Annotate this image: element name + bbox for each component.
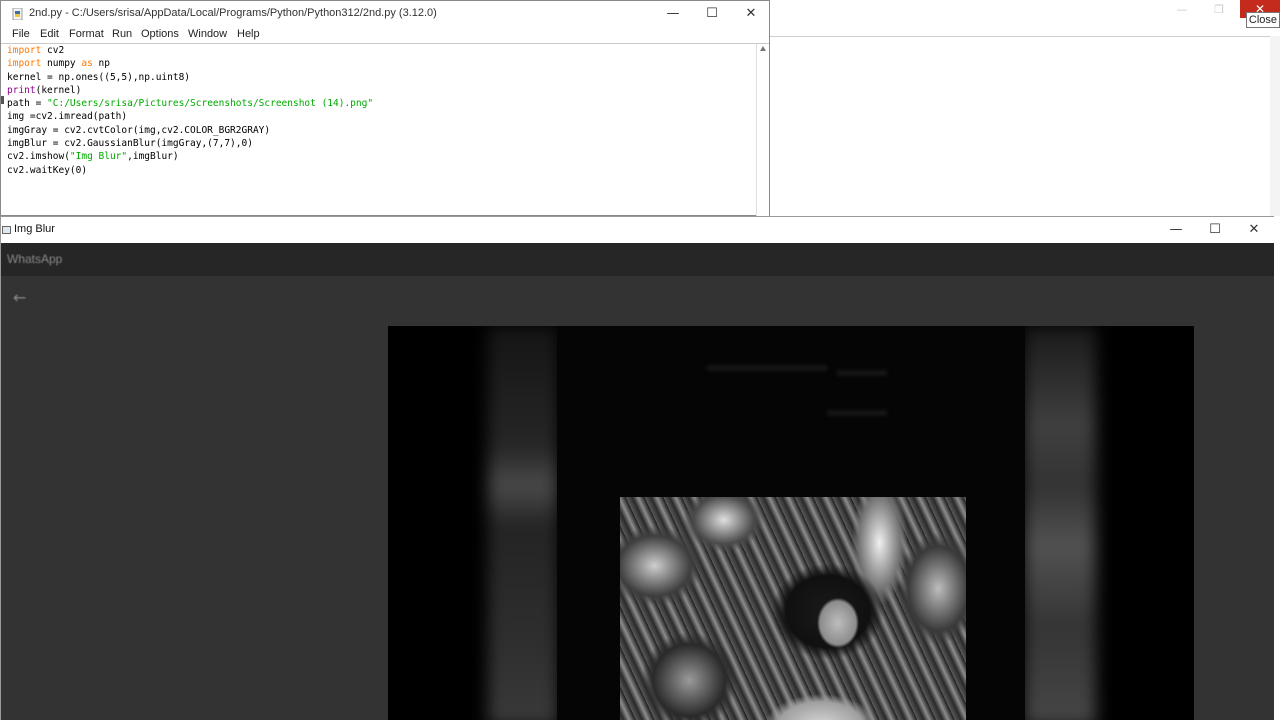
idle-close-button[interactable]: ✕	[739, 4, 763, 24]
cv-titlebar[interactable]: Img Blur — ☐ ✕	[1, 217, 1274, 243]
editor-gutter-mark	[1, 96, 4, 104]
blurred-image-canvas: WhatsApp ←	[1, 243, 1274, 720]
code-token: path =	[7, 98, 48, 110]
code-line[interactable]: print(kernel)	[7, 84, 757, 97]
idle-menubar: File Edit Format Run Options Window Help	[1, 27, 769, 44]
code-line[interactable]: cv2.waitKey(0)	[7, 164, 757, 177]
code-editor[interactable]: import cv2 import numpy as np kernel = np.…	[7, 44, 757, 216]
editor-scrollbar[interactable]	[756, 44, 769, 216]
code-token: cv2	[41, 45, 65, 56]
blurred-strip-left	[488, 326, 558, 720]
menu-edit[interactable]: Edit	[40, 28, 59, 40]
code-line[interactable]: kernel = np.ones((5,5),np.uint8)	[7, 71, 757, 84]
menu-format[interactable]: Format	[69, 28, 104, 40]
code-line[interactable]: import cv2	[7, 44, 757, 57]
background-titlebar: — ❐ ✕ Close	[770, 0, 1280, 37]
whatsapp-label: WhatsApp	[7, 252, 63, 266]
idle-titlebar[interactable]: 2nd.py - C:/Users/srisa/AppData/Local/Pr…	[1, 1, 769, 27]
code-line[interactable]: imgGray = cv2.cvtColor(img,cv2.COLOR_BGR…	[7, 124, 757, 137]
code-token: imgGray = cv2.cvtColor(img,cv2.COLOR_BGR…	[7, 124, 271, 136]
code-line[interactable]: path = "C:/Users/srisa/Pictures/Screensh…	[7, 97, 757, 110]
window-icon	[2, 226, 11, 234]
menu-window[interactable]: Window	[188, 28, 227, 40]
code-token: (kernel)	[35, 84, 82, 96]
code-token: "C:/Users/srisa/Pictures/Screenshots/Scr…	[47, 98, 374, 110]
code-token: imgBlur = cv2.GaussianBlur(imgGray,(7,7)…	[7, 138, 253, 150]
opencv-image-window: Img Blur — ☐ ✕ WhatsApp ←	[0, 216, 1274, 720]
blurred-strip-right	[1024, 326, 1096, 720]
code-token: cv2.waitKey(0)	[7, 164, 88, 176]
idle-window-title: 2nd.py - C:/Users/srisa/AppData/Local/Pr…	[29, 7, 437, 19]
background-window: — ❐ ✕ Close	[770, 0, 1280, 216]
code-token: import	[7, 45, 42, 56]
cv-close-button[interactable]: ✕	[1242, 220, 1266, 240]
cv-window-title: Img Blur	[14, 223, 55, 235]
idle-minimize-button[interactable]: —	[661, 4, 685, 24]
menu-file[interactable]: File	[12, 28, 30, 40]
code-line[interactable]: cv2.imshow("Img Blur",imgBlur)	[7, 150, 757, 163]
grayscale-photo	[620, 497, 966, 720]
cv-maximize-button[interactable]: ☐	[1203, 220, 1227, 240]
code-token: numpy	[41, 58, 82, 70]
code-token: print	[7, 84, 36, 96]
code-token: cv2.imshow(	[7, 151, 70, 163]
close-tooltip: Close	[1245, 12, 1280, 28]
menu-run[interactable]: Run	[112, 28, 132, 40]
python-file-icon	[12, 8, 23, 20]
back-arrow-icon: ←	[13, 288, 27, 307]
blurred-text	[707, 366, 827, 370]
idle-maximize-button[interactable]: ☐	[700, 4, 724, 24]
code-token: img =cv2.imread(path)	[7, 111, 128, 123]
code-line[interactable]: imgBlur = cv2.GaussianBlur(imgGray,(7,7)…	[7, 137, 757, 150]
code-line[interactable]: import numpy as np	[7, 57, 757, 70]
blurred-text	[837, 371, 887, 375]
background-restore-button[interactable]: ❐	[1210, 2, 1228, 18]
background-minimize-button[interactable]: —	[1173, 2, 1191, 18]
code-line[interactable]: img =cv2.imread(path)	[7, 110, 757, 123]
code-token: ,imgBlur)	[127, 151, 179, 163]
menu-help[interactable]: Help	[237, 28, 260, 40]
scroll-up-icon[interactable]	[760, 46, 766, 51]
blurred-text	[827, 411, 887, 415]
photo-viewer	[388, 326, 1194, 720]
idle-editor-window: 2nd.py - C:/Users/srisa/AppData/Local/Pr…	[0, 0, 770, 216]
whatsapp-header: WhatsApp	[1, 243, 1274, 276]
background-scrollbar[interactable]	[1270, 36, 1280, 216]
code-token: import	[7, 58, 42, 70]
code-token: "Img Blur"	[69, 151, 128, 163]
menu-options[interactable]: Options	[141, 28, 179, 40]
code-token: as	[81, 58, 93, 70]
cv-minimize-button[interactable]: —	[1164, 220, 1188, 240]
code-token: np	[92, 58, 110, 70]
code-token: kernel = np.ones((5,5),np.uint8)	[7, 71, 191, 83]
